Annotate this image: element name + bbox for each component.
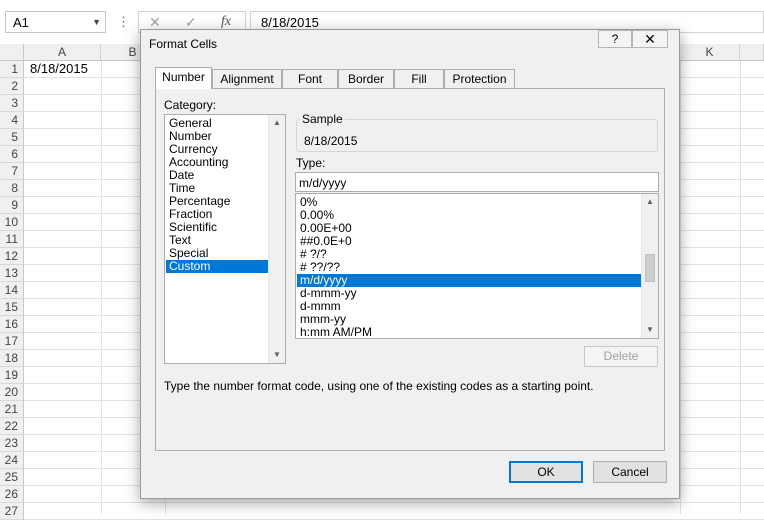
type-input[interactable]: m/d/yyyy	[295, 172, 659, 192]
ok-button[interactable]: OK	[509, 461, 583, 483]
dialog-title: Format Cells	[149, 37, 218, 51]
more-icon: ⋮	[117, 14, 130, 29]
tab-alignment[interactable]: Alignment	[212, 69, 282, 88]
format-code-item[interactable]: 0%	[297, 196, 642, 209]
row-header[interactable]: 2	[0, 78, 24, 95]
format-code-item[interactable]: ##0.0E+0	[297, 235, 642, 248]
format-code-list[interactable]: 0% 0.00% 0.00E+00 ##0.0E+0 # ?/? # ??/?? m/d/y…	[295, 193, 659, 339]
scroll-up-icon[interactable]: ▲	[269, 115, 285, 131]
scroll-down-icon[interactable]: ▼	[269, 347, 285, 363]
type-input-value: m/d/yyyy	[299, 176, 347, 190]
help-button[interactable]: ?	[598, 30, 632, 48]
tab-fill[interactable]: Fill	[394, 69, 444, 88]
column-header-l[interactable]	[740, 44, 764, 61]
tab-protection[interactable]: Protection	[444, 69, 515, 88]
row-header[interactable]: 6	[0, 146, 24, 163]
scroll-thumb[interactable]	[645, 254, 655, 282]
row-header[interactable]: 8	[0, 180, 24, 197]
row-header[interactable]: 22	[0, 418, 24, 435]
row-header[interactable]: 11	[0, 231, 24, 248]
category-item[interactable]: Custom	[166, 260, 270, 273]
row-header[interactable]: 23	[0, 435, 24, 452]
row-header[interactable]: 1	[0, 61, 24, 78]
format-code-item[interactable]: d-mmm-yy	[297, 287, 642, 300]
row-header[interactable]: 24	[0, 452, 24, 469]
scroll-down-icon[interactable]: ▼	[642, 322, 658, 338]
row-header[interactable]: 10	[0, 214, 24, 231]
formula-input-value: 8/18/2015	[261, 15, 319, 30]
format-cells-dialog: Format Cells ? ✕ Number Alignment Font B…	[140, 29, 680, 499]
name-box[interactable]: A1 ▼	[5, 11, 106, 33]
format-code-item[interactable]: h:mm AM/PM	[297, 326, 642, 339]
format-code-item[interactable]: # ??/??	[297, 261, 642, 274]
chevron-down-icon[interactable]: ▼	[92, 17, 101, 27]
gridline	[101, 61, 102, 514]
row-header[interactable]: 26	[0, 486, 24, 503]
tab-border[interactable]: Border	[338, 69, 394, 88]
gridline	[680, 61, 681, 514]
row-header[interactable]: 13	[0, 265, 24, 282]
category-scrollbar[interactable]: ▲ ▼	[268, 115, 285, 363]
row-header[interactable]: 15	[0, 299, 24, 316]
cell-a1[interactable]: 8/18/2015	[30, 61, 88, 77]
hint-text: Type the number format code, using one o…	[164, 379, 594, 393]
scroll-up-icon[interactable]: ▲	[642, 194, 658, 210]
row-header[interactable]: 3	[0, 95, 24, 112]
category-label: Category:	[164, 98, 217, 112]
format-code-item[interactable]: d-mmm	[297, 300, 642, 313]
type-label: Type:	[296, 156, 326, 170]
row-header[interactable]: 17	[0, 333, 24, 350]
column-header-a[interactable]: A	[24, 44, 101, 61]
category-list[interactable]: General Number Currency Accounting Date Time P…	[164, 114, 286, 364]
row-header[interactable]: 9	[0, 197, 24, 214]
delete-button[interactable]: Delete	[584, 346, 658, 367]
tab-number[interactable]: Number	[155, 67, 212, 89]
cancel-button[interactable]: Cancel	[593, 461, 667, 483]
column-header-k[interactable]: K	[680, 44, 740, 61]
row-header[interactable]: 16	[0, 316, 24, 333]
number-tab-panel: Category: General Number Currency Accountin…	[155, 88, 665, 451]
sample-label: Sample	[300, 112, 345, 126]
sample-value: 8/18/2015	[304, 134, 358, 148]
row-header[interactable]: 18	[0, 350, 24, 367]
select-all-corner[interactable]	[0, 44, 24, 61]
row-header[interactable]: 27	[0, 503, 24, 520]
row-header[interactable]: 19	[0, 367, 24, 384]
row-header[interactable]: 25	[0, 469, 24, 486]
row-header[interactable]: 7	[0, 163, 24, 180]
row-header[interactable]: 12	[0, 248, 24, 265]
tab-font[interactable]: Font	[282, 69, 338, 88]
gridline	[24, 502, 764, 503]
name-box-value: A1	[13, 15, 29, 30]
insert-function-icon[interactable]: fx	[221, 14, 231, 30]
format-code-item[interactable]: # ?/?	[297, 248, 642, 261]
gridline	[740, 61, 741, 514]
row-header[interactable]: 20	[0, 384, 24, 401]
row-header[interactable]: 4	[0, 112, 24, 129]
close-icon[interactable]: ✕	[632, 30, 668, 48]
row-header[interactable]: 21	[0, 401, 24, 418]
row-header[interactable]: 14	[0, 282, 24, 299]
format-scrollbar[interactable]: ▲ ▼	[641, 194, 658, 338]
row-header[interactable]: 5	[0, 129, 24, 146]
